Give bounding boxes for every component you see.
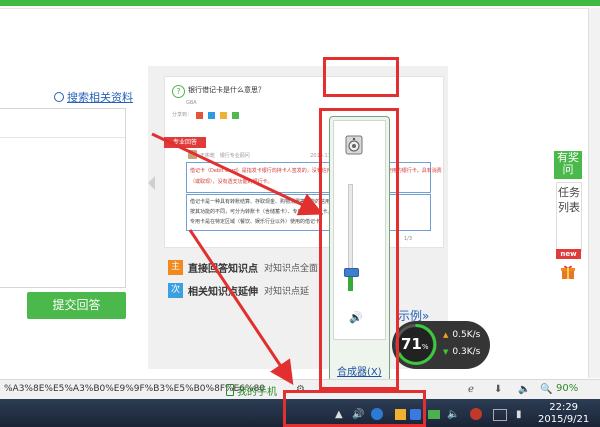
annotation-arrows (151, 132, 324, 385)
arrow-to-slider (151, 132, 324, 216)
arrow-to-tray (188, 229, 294, 385)
